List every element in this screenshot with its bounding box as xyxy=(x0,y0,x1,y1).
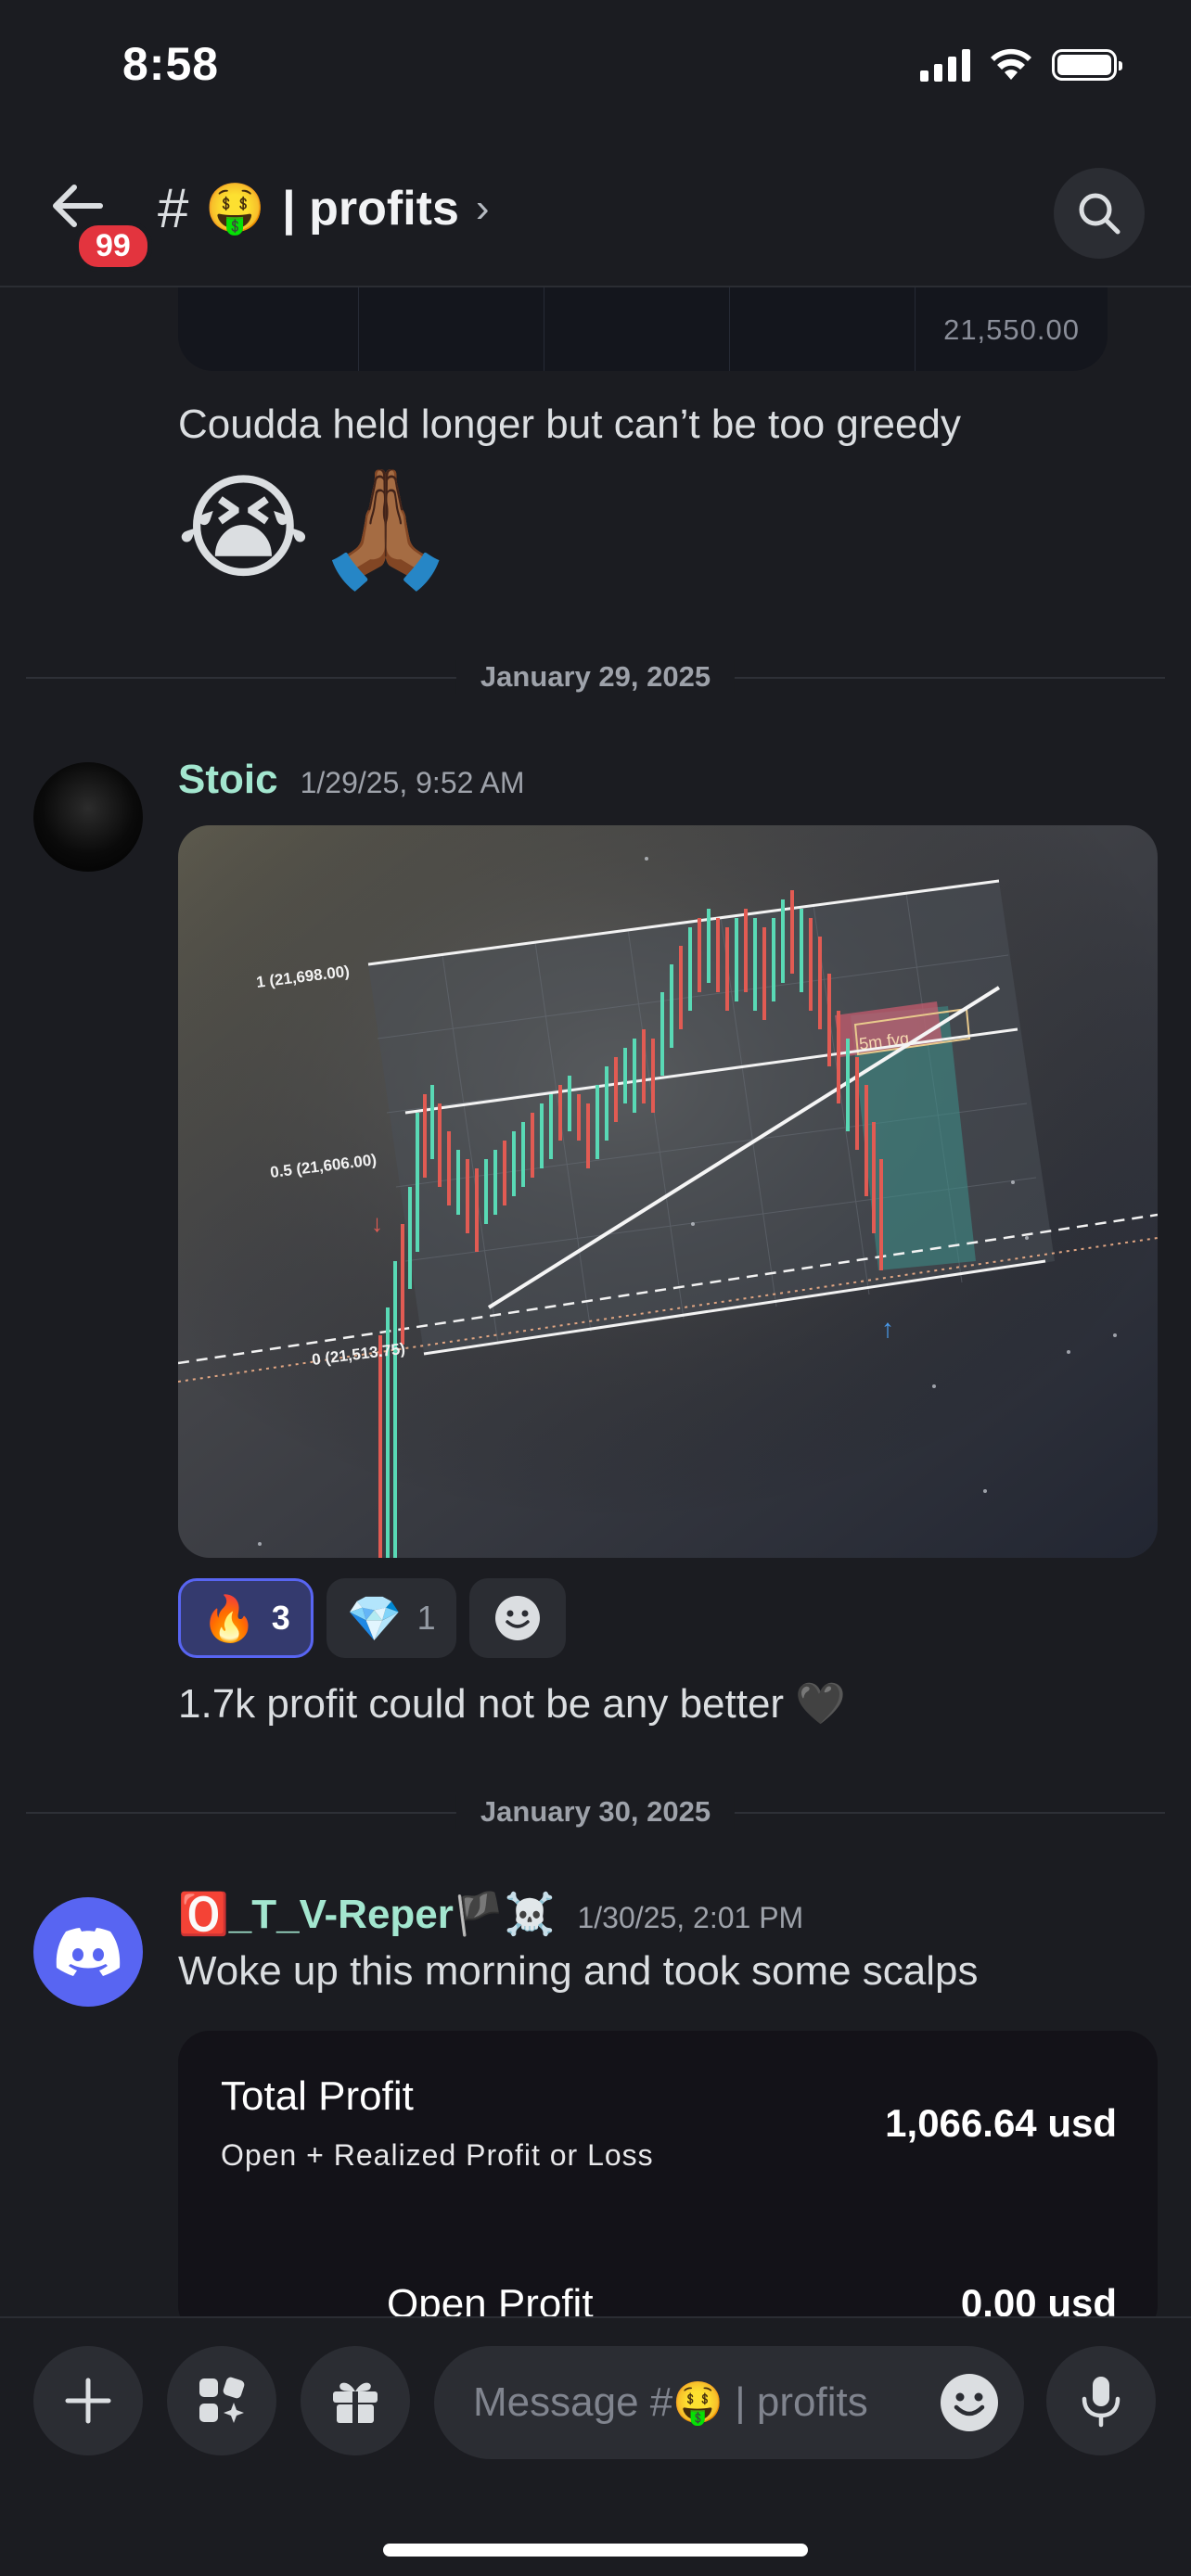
chart-photo-attachment[interactable]: 5m fvg ↓ ↑ 1 (21,698.00) 0.5 (21,606.00)… xyxy=(178,825,1158,1558)
timestamp: 1/30/25, 2:01 PM xyxy=(577,1901,804,1934)
avatar[interactable] xyxy=(33,762,143,872)
cellular-signal-icon xyxy=(920,48,970,82)
avatar[interactable] xyxy=(33,1897,143,2007)
home-indicator[interactable] xyxy=(383,2544,808,2557)
channel-name: | profits xyxy=(282,181,459,236)
author-name[interactable]: 🅾️_T_V-Reper🏴☠️ xyxy=(178,1890,555,1938)
fire-emoji: 🔥 xyxy=(201,1594,257,1644)
message-header: 🅾️_T_V-Reper🏴☠️ 1/30/25, 2:01 PM xyxy=(178,1890,803,1938)
reaction-gem[interactable]: 💎 1 xyxy=(326,1578,456,1658)
channel-header: 99 # 🤑 | profits › xyxy=(0,139,1191,287)
status-time: 8:58 xyxy=(122,38,220,90)
search-icon xyxy=(1079,193,1121,235)
chevron-right-icon: › xyxy=(475,185,490,231)
previous-chart-attachment[interactable]: 21,550.00 xyxy=(178,287,1108,371)
status-bar: 8:58 xyxy=(0,0,1191,139)
message-input-placeholder-suffix: | profits xyxy=(724,2379,868,2425)
voice-message-button[interactable] xyxy=(1046,2346,1156,2455)
search-button[interactable] xyxy=(1054,168,1145,259)
profit-card-value: 1,066.64 usd xyxy=(885,2101,1117,2145)
gift-icon xyxy=(333,2382,378,2423)
chart-price-label: 21,550.00 xyxy=(943,313,1080,346)
date-divider: January 29, 2025 xyxy=(26,660,1165,694)
profit-card-attachment[interactable]: Total Profit Open + Realized Profit or L… xyxy=(178,2031,1158,2316)
apps-icon xyxy=(199,2377,245,2423)
date-divider-label: January 30, 2025 xyxy=(455,1795,736,1829)
message-input-placeholder-prefix: Message # xyxy=(473,2379,673,2425)
author-name[interactable]: Stoic xyxy=(178,757,278,803)
gift-button[interactable] xyxy=(301,2346,410,2455)
message-list[interactable]: 21,550.00 Coudda held longer but can’t b… xyxy=(0,287,1191,2316)
add-reaction-button[interactable] xyxy=(468,1578,566,1658)
message-text: Coudda held longer but can’t be too gree… xyxy=(178,402,961,447)
unread-badge: 99 xyxy=(74,221,152,272)
message-input[interactable]: Message # 🤑 | profits xyxy=(434,2346,1024,2459)
battery-icon xyxy=(1052,49,1122,81)
reactions-row: 🔥 3 💎 1 xyxy=(178,1578,566,1658)
add-attachment-button[interactable] xyxy=(33,2346,143,2455)
emoji-icon[interactable] xyxy=(939,2372,1000,2433)
date-divider: January 30, 2025 xyxy=(26,1795,1165,1829)
channel-hash: # xyxy=(158,177,189,239)
discord-logo-icon xyxy=(56,1928,121,1976)
message-composer: Message # 🤑 | profits xyxy=(0,2316,1191,2576)
profit-card-title: Total Profit xyxy=(221,2073,414,2119)
wifi-icon xyxy=(991,48,1031,80)
jumbo-emoji: 😭🙏🏾 xyxy=(176,465,462,593)
reaction-fire[interactable]: 🔥 3 xyxy=(178,1578,314,1658)
message-text: Woke up this morning and took some scalp… xyxy=(178,1948,979,1994)
reaction-count: 1 xyxy=(416,1599,436,1637)
date-divider-label: January 29, 2025 xyxy=(455,660,736,694)
add-reaction-icon xyxy=(494,1596,540,1640)
svg-text:↑: ↑ xyxy=(881,1314,894,1343)
profit-card-subtitle: Open + Realized Profit or Loss xyxy=(221,2138,654,2172)
message-header: Stoic 1/29/25, 9:52 AM xyxy=(178,757,525,803)
message-text: 1.7k profit could not be any better 🖤 xyxy=(178,1681,847,1727)
plus-icon xyxy=(65,2378,111,2424)
reaction-count: 3 xyxy=(271,1599,290,1637)
message-input-placeholder-emoji: 🤑 xyxy=(672,2380,724,2426)
svg-text:↓: ↓ xyxy=(371,1209,383,1237)
status-icons xyxy=(920,48,1122,82)
gem-emoji: 💎 xyxy=(346,1594,403,1644)
open-profit-label: Open Profit xyxy=(387,2281,594,2316)
channel-emoji: 🤑 xyxy=(205,182,266,236)
open-profit-value: 0.00 usd xyxy=(960,2281,1117,2316)
microphone-icon xyxy=(1082,2377,1121,2428)
channel-title[interactable]: # 🤑 | profits › xyxy=(158,176,490,240)
timestamp: 1/29/25, 9:52 AM xyxy=(300,766,525,799)
apps-button[interactable] xyxy=(167,2346,276,2455)
